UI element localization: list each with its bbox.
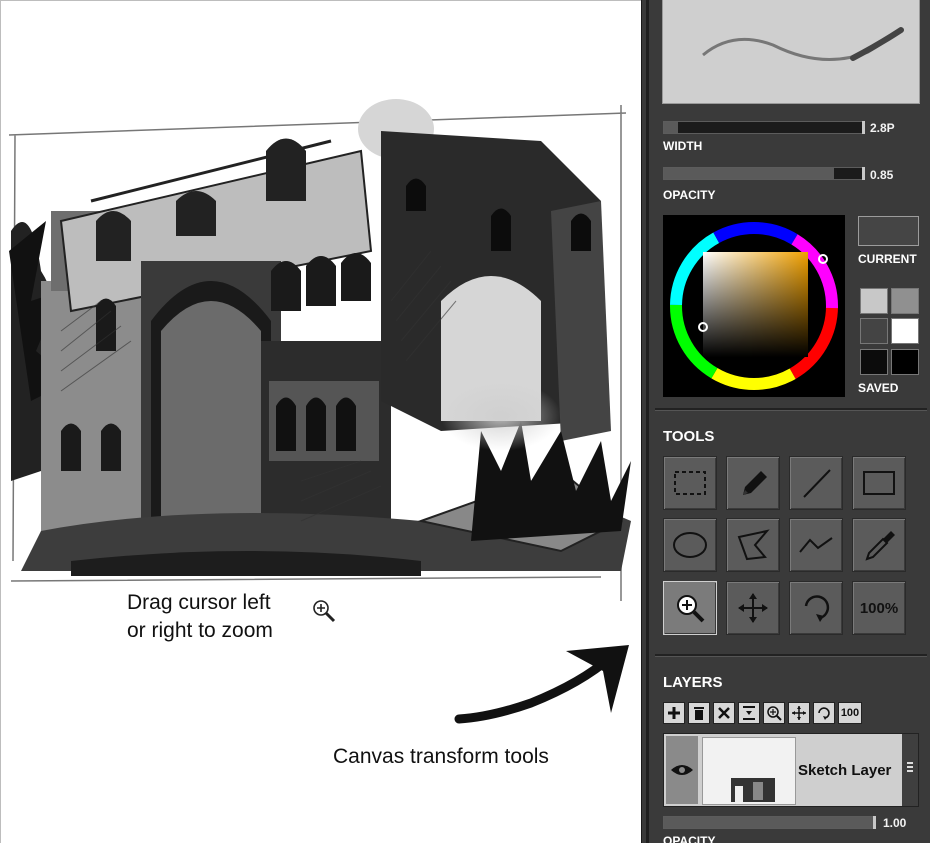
saved-swatch-6[interactable] — [891, 349, 919, 375]
polygon-icon — [737, 529, 770, 561]
rotate-icon — [804, 595, 830, 622]
drawing-canvas[interactable]: Drag cursor left or right to zoom Canvas… — [0, 0, 641, 843]
sketch-artwork — [8, 99, 631, 601]
arrow-annotation-icon — [454, 645, 629, 724]
width-label: WIDTH — [663, 139, 703, 153]
zoom-hint-line-2: or right to zoom — [127, 619, 273, 642]
move-icon — [738, 593, 768, 623]
move-icon — [792, 706, 806, 720]
move-tool-button[interactable] — [726, 581, 780, 635]
layer-thumbnail-art — [731, 778, 775, 802]
zoom-hint-line-1: Drag cursor left — [127, 591, 271, 614]
zoom-icon — [677, 595, 705, 623]
merge-down-button[interactable] — [738, 702, 760, 724]
eye-icon — [671, 765, 693, 775]
layer-opacity-fill — [664, 817, 875, 828]
layer-zoom-button[interactable] — [763, 702, 785, 724]
opacity-slider[interactable] — [663, 167, 865, 180]
opacity-slider-handle[interactable] — [862, 167, 865, 180]
layer-opacity-label: OPACITY — [663, 834, 716, 848]
zoom-cursor-icon — [313, 600, 336, 623]
layer-opacity-slider[interactable] — [663, 816, 876, 829]
polyline-tool-button[interactable] — [789, 518, 843, 572]
layer-rotate-button[interactable] — [813, 702, 835, 724]
rectangle-select-tool-button[interactable] — [663, 456, 717, 510]
eyedropper-icon — [865, 531, 895, 561]
plus-icon — [668, 707, 680, 719]
saved-label: SAVED — [858, 381, 899, 395]
eyedropper-tool-button[interactable] — [852, 518, 906, 572]
rotate-icon — [818, 707, 830, 720]
opacity-label: OPACITY — [663, 188, 716, 202]
layer-row-sketch[interactable]: Sketch Layer — [663, 733, 919, 807]
color-picker[interactable] — [663, 215, 845, 397]
pencil-tool-button[interactable] — [726, 456, 780, 510]
saved-swatch-2[interactable] — [891, 288, 919, 314]
rectangle-select-icon — [674, 471, 706, 495]
polygon-tool-button[interactable] — [726, 518, 780, 572]
zoom-tool-button[interactable] — [663, 581, 717, 635]
ellipse-tool-button[interactable] — [663, 518, 717, 572]
layers-title: LAYERS — [663, 674, 723, 691]
width-slider-fill — [664, 122, 678, 133]
panel-splitter[interactable] — [646, 0, 649, 843]
pencil-icon — [743, 471, 767, 495]
opacity-value: 0.85 — [870, 168, 894, 182]
delete-layer-button[interactable] — [688, 702, 710, 724]
panel-divider — [655, 408, 927, 411]
width-value: 2.8P — [870, 121, 895, 135]
saved-swatch-1[interactable] — [860, 288, 888, 314]
zoom-hint-text: Drag cursor left or right to zoom — [127, 589, 317, 645]
layer-drag-handle[interactable] — [902, 734, 918, 806]
layer-actual-size-label: 100 — [840, 707, 860, 719]
current-label: CURRENT — [858, 252, 917, 266]
tools-title: TOOLS — [663, 428, 715, 445]
layer-visibility-toggle[interactable] — [666, 736, 698, 804]
rectangle-tool-button[interactable] — [852, 456, 906, 510]
transform-hint-text: Canvas transform tools — [333, 745, 549, 768]
trash-icon — [694, 707, 704, 720]
actual-size-label: 100% — [859, 599, 899, 617]
saved-swatch-4[interactable] — [891, 318, 919, 344]
layer-actual-size-button[interactable]: 100 — [838, 702, 862, 724]
layer-opacity-handle[interactable] — [873, 816, 876, 829]
line-icon — [803, 469, 831, 498]
rotate-tool-button[interactable] — [789, 581, 843, 635]
brush-preview — [662, 0, 920, 104]
saved-swatch-3[interactable] — [860, 318, 888, 344]
current-color-swatch[interactable] — [858, 216, 919, 246]
opacity-slider-fill — [664, 168, 834, 179]
layer-thumbnail — [702, 737, 796, 805]
saved-swatch-5[interactable] — [860, 349, 888, 375]
zoom-icon — [767, 706, 782, 721]
layer-opacity-value: 1.00 — [883, 816, 907, 830]
actual-size-tool-button[interactable]: 100% — [852, 581, 906, 635]
polyline-icon — [799, 537, 833, 553]
panel-divider — [655, 654, 927, 657]
ellipse-icon — [673, 532, 707, 558]
width-slider[interactable] — [663, 121, 865, 134]
saturation-value-square[interactable] — [703, 252, 808, 357]
layer-move-button[interactable] — [788, 702, 810, 724]
width-slider-handle[interactable] — [862, 121, 865, 134]
add-layer-button[interactable] — [663, 702, 685, 724]
line-tool-button[interactable] — [789, 456, 843, 510]
layer-name: Sketch Layer — [798, 762, 892, 779]
rectangle-icon — [863, 471, 895, 495]
merge-down-icon — [743, 706, 755, 720]
clear-layer-button[interactable] — [713, 702, 735, 724]
close-icon — [718, 707, 730, 719]
brush-stroke-icon — [702, 27, 904, 61]
